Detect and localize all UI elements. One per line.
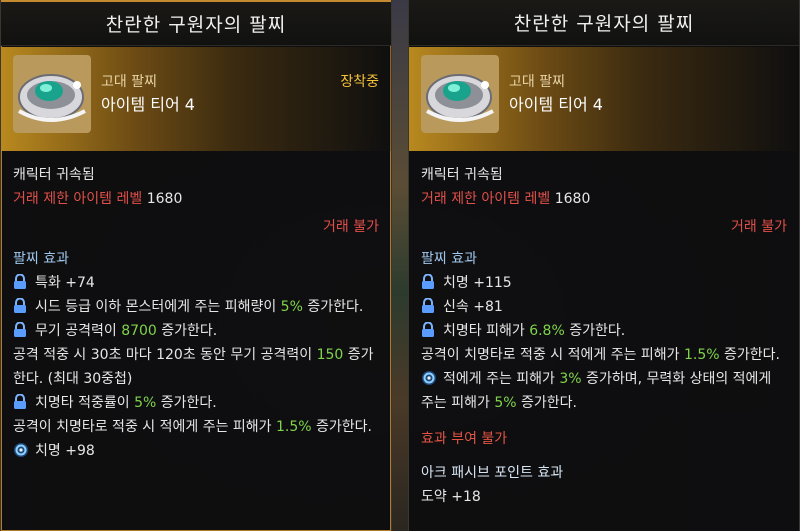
effect-text: 증가한다. [719,347,780,363]
trade-limit-label: 거래 제한 아이템 레벨 [421,191,551,207]
effect-value: 1.5% [684,347,720,363]
equipped-item-tooltip: 찬란한 구원자의 팔찌 고대 팔찌 아이템 티어 4 장착중 캐릭터 귀속됨 거… [0,0,392,531]
effect-text: 특화 +74 [35,275,95,291]
lock-icon [421,274,435,290]
tooltip-body: 캐릭터 귀속됨 거래 제한 아이템 레벨 1680 거래 불가 팔찌 효과 특화… [1,151,391,463]
effect-row: 시드 등급 이하 몬스터에게 주는 피해량이 5% 증가한다. [13,295,379,319]
item-summary: 고대 팔찌 아이템 티어 4 장착중 [1,47,391,151]
lock-icon [421,322,435,338]
item-name: 찬란한 구원자의 팔찌 [513,13,695,35]
effect-row: 특화 +74 [13,271,379,295]
effect-text: 무기 공격력이 [35,323,122,339]
tooltip-header: 찬란한 구원자의 팔찌 [1,0,391,46]
trade-limit-label: 거래 제한 아이템 레벨 [13,191,143,207]
effect-row: 공격 적중 시 30초 마다 120초 동안 무기 공격력이 150 증가한다.… [13,343,379,391]
effect-section-title: 팔찌 효과 [13,251,69,267]
effect-text: 공격이 치명타로 적중 시 적에게 주는 피해가 [13,419,276,435]
effect-row: 공격이 치명타로 적중 시 적에게 주는 피해가 1.5% 증가한다. [13,415,379,439]
effect-text: 치명 +115 [443,275,512,291]
equipped-badge: 장착중 [340,74,379,90]
effect-value: 3% [559,371,582,387]
effect-row: 치명타 피해가 6.8% 증가한다. [421,319,787,343]
tooltip-body: 캐릭터 귀속됨 거래 제한 아이템 레벨 1680 거래 불가 팔찌 효과 치명… [409,151,799,509]
swirl-effect-icon [421,370,437,386]
effect-section-title: 팔찌 효과 [421,251,477,267]
bound-status: 캐릭터 귀속됨 [13,167,95,183]
effect-text: 공격이 치명타로 적중 시 적에게 주는 피해가 [421,347,684,363]
trade-status: 거래 불가 [731,219,787,235]
item-tier: 아이템 티어 4 [101,95,195,114]
item-grade: 고대 팔찌 [509,74,565,90]
ark-passive-title: 아크 패시브 포인트 효과 [421,465,564,481]
effect-text: 치명타 피해가 [443,323,530,339]
effect-text: 공격 적중 시 30초 마다 120초 동안 무기 공격력이 [13,347,317,363]
effect-row: 공격이 치명타로 적중 시 적에게 주는 피해가 1.5% 증가한다. [421,343,787,367]
tooltip-header: 찬란한 구원자의 팔찌 [409,0,799,46]
effect-text: 증가한다. [311,419,372,435]
lock-icon [13,274,27,290]
effect-text: 신속 +81 [443,299,503,315]
effect-row: 치명 +115 [421,271,787,295]
swirl-effect-icon [13,442,29,458]
effect-value: 6.8% [529,323,565,339]
bound-status: 캐릭터 귀속됨 [421,167,503,183]
effect-row: 무기 공격력이 8700 증가한다. [13,319,379,343]
lock-icon [421,298,435,314]
compare-item-tooltip: 찬란한 구원자의 팔찌 고대 팔찌 아이템 티어 4 캐릭터 귀속됨 거래 제한… [408,0,800,531]
effect-text: 증가한다. [302,299,364,315]
background-gap [391,0,409,531]
effect-row: 적에게 주는 피해가 3% 증가하며, 무력화 상태의 적에게 주는 피해가 5… [421,367,787,415]
effect-row: 신속 +81 [421,295,787,319]
effect-value: 5% [280,299,303,315]
trade-limit-row: 거래 제한 아이템 레벨 1680 [13,187,379,211]
lock-icon [13,322,27,338]
effect-value: 150 [316,347,344,363]
trade-limit-row: 거래 제한 아이템 레벨 1680 [421,187,787,211]
effect-text: 증가한다. [156,395,217,411]
effect-text: 증가한다. [156,323,218,339]
effect-row: 치명 +98 [13,439,379,463]
effect-value: 5% [494,395,517,411]
bracelet-item-icon [421,55,499,133]
ark-passive-value: 도약 +18 [421,489,481,505]
item-name: 찬란한 구원자의 팔찌 [105,14,287,36]
trade-limit-value: 1680 [554,191,591,207]
effect-text: 치명 +98 [35,443,95,459]
bracelet-item-icon [13,55,91,133]
effect-row: 치명타 적중률이 5% 증가한다. [13,391,379,415]
effect-value: 8700 [121,323,157,339]
item-tier: 아이템 티어 4 [509,95,603,114]
no-effect-notice: 효과 부여 불가 [421,431,508,447]
effect-text: 증가한다. [516,395,577,411]
effect-text: 치명타 적중률이 [35,395,135,411]
effect-text: 시드 등급 이하 몬스터에게 주는 피해량이 [35,299,281,315]
item-summary: 고대 팔찌 아이템 티어 4 [409,47,799,151]
trade-status: 거래 불가 [323,219,379,235]
effect-value: 5% [134,395,157,411]
effect-text: 증가한다. [564,323,626,339]
lock-icon [13,298,27,314]
item-grade: 고대 팔찌 [101,74,157,90]
effect-value: 1.5% [276,419,312,435]
trade-limit-value: 1680 [146,191,183,207]
lock-icon [13,394,27,410]
effect-text: 적에게 주는 피해가 [443,371,560,387]
